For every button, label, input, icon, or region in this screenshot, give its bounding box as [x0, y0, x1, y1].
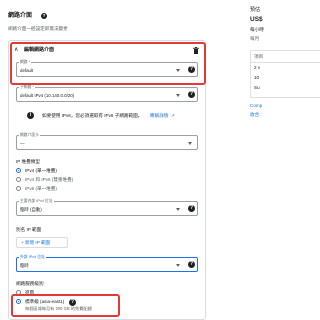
add-ip-range-label: + 新增 IP 範圍: [21, 239, 51, 245]
learn-more-link[interactable]: 瞭解詳情: [150, 113, 168, 119]
internal-ip-label: 主要內部 IPv4 位址: [19, 198, 54, 204]
right-panel: 預估 US$ 每小時 每月 項目 2 v 10 Su Comp 收合: [242, 0, 320, 320]
radio-ipv4-single[interactable]: [16, 168, 21, 173]
estimate-row: 2 v: [254, 65, 261, 70]
estimate-line2: 每月: [250, 36, 260, 41]
subnetwork-label: 子網路 *: [19, 84, 35, 90]
page-title: 網路介面: [8, 13, 33, 19]
radio-ipv6-single[interactable]: [16, 186, 21, 191]
page-subtitle: 網路介面一經設定即無法變更: [8, 26, 68, 31]
help-icon[interactable]: ?: [188, 91, 195, 98]
external-ip-value: 臨時: [20, 263, 29, 268]
internal-ip-value: 臨時 (自動): [20, 207, 42, 212]
alias-ip-heading: 別名 IP 範圍: [16, 227, 42, 232]
radio-dual-stack[interactable]: [16, 177, 21, 182]
radio-ipv4-single-label: IPv4 (單一堆疊): [25, 168, 57, 173]
network-tier-heading: 網路服務級別: [16, 281, 44, 286]
info-icon: i: [27, 112, 34, 119]
estimate-row: Su: [254, 85, 260, 90]
chevron-down-icon: [176, 208, 180, 211]
chevron-down-icon: [188, 142, 192, 145]
nic-type-select[interactable]: [16, 135, 198, 150]
external-ip-label: 外部 IPv4 位址: [19, 254, 46, 260]
estimate-title: 預估: [250, 7, 261, 13]
ipv6-notice-text: 如要使用 IPv6，您必須選取有 IPv6 子網路範圍。: [42, 113, 143, 118]
divider: [250, 62, 320, 63]
collapse-link[interactable]: 收合: [250, 112, 259, 118]
radio-ipv6-single-label: IPv6 (單一堆疊): [25, 186, 57, 191]
ip-stack-heading: IP 堆疊類型: [16, 159, 40, 164]
help-icon[interactable]: ?: [41, 12, 47, 19]
estimate-row: 10: [254, 75, 260, 80]
compare-link[interactable]: Comp: [250, 103, 262, 109]
highlight-box: [10, 42, 206, 85]
chevron-down-icon: [176, 94, 180, 97]
estimate-row: 項目: [254, 54, 264, 59]
highlight-box: [11, 294, 120, 317]
subnetwork-value: default IPv4 (10.140.0.0/20): [20, 93, 75, 98]
radio-dual-stack-label: IPv4 和 IPv6 (雙重堆疊): [25, 177, 74, 182]
estimate-line1: 每小時: [250, 27, 264, 32]
help-icon[interactable]: ?: [188, 205, 195, 212]
nic-type-label: 網路介面卡: [19, 132, 40, 138]
external-link-icon: ↗: [171, 112, 175, 118]
help-icon[interactable]: ?: [188, 261, 195, 268]
estimate-price: US$: [250, 16, 263, 23]
nic-type-value: —: [20, 141, 25, 146]
chevron-down-icon: [176, 264, 180, 267]
